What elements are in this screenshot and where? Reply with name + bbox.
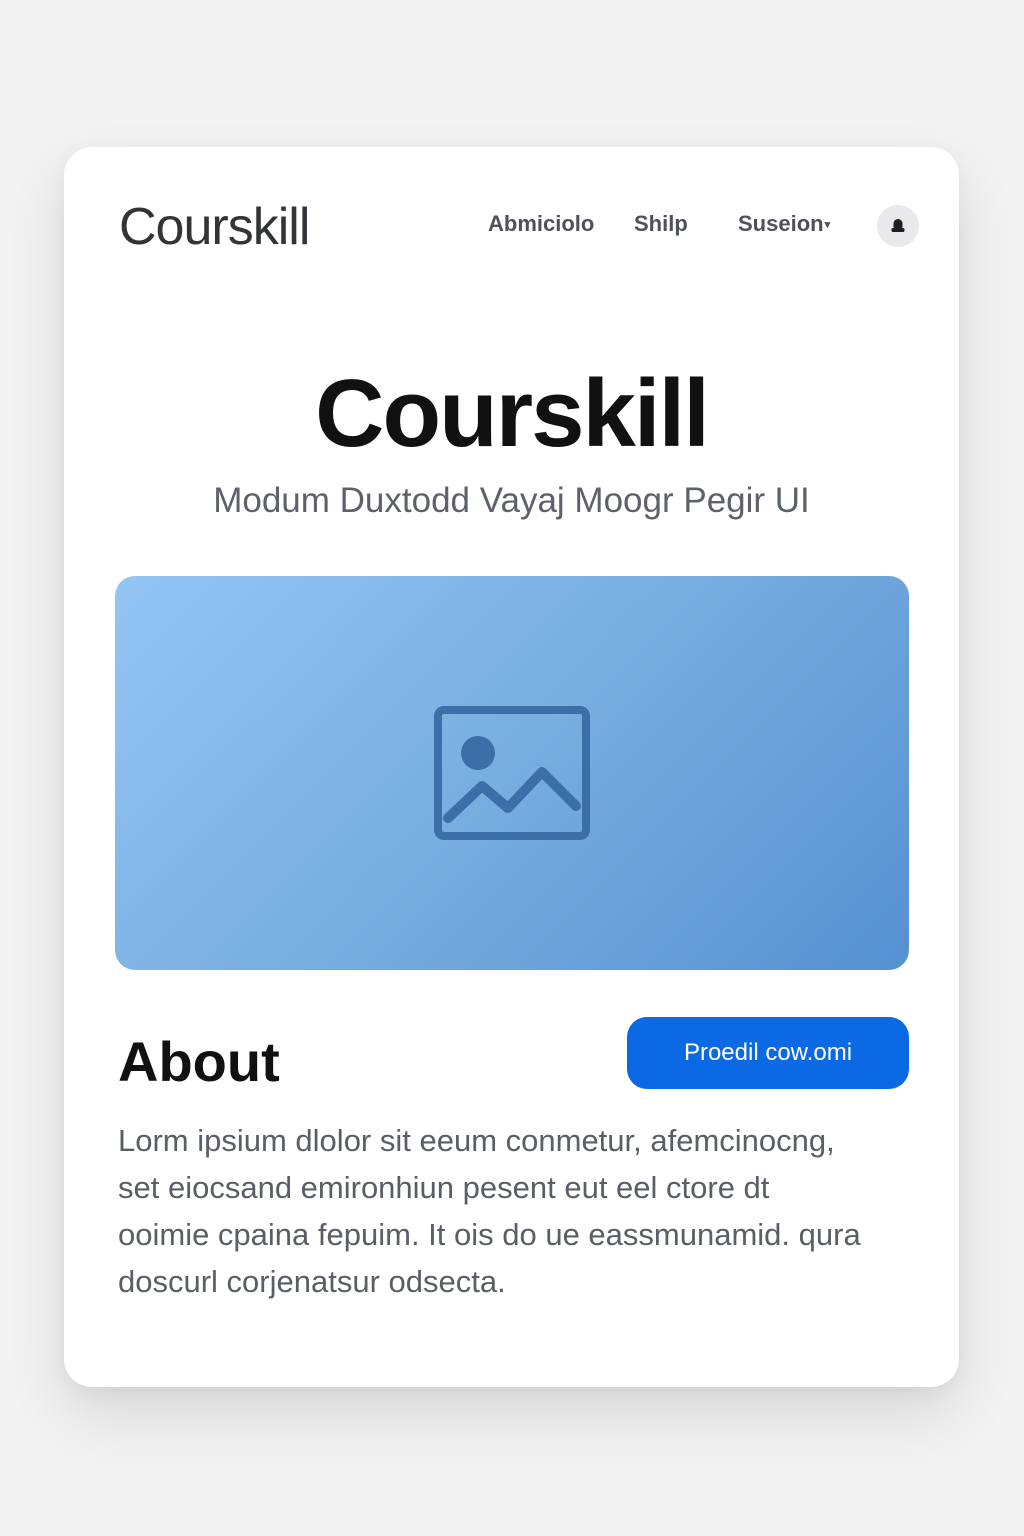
hero-subtitle: Modum Duxtodd Vayaj Moogr Pegir UI (213, 481, 810, 520)
image-placeholder (115, 576, 909, 970)
paragraph-line: Lorm ipsium dlolor sit eeum conmetur, af… (118, 1123, 835, 1158)
paragraph-line: doscurl corjenatsur odsecta. (118, 1264, 506, 1299)
about-heading: About (118, 1030, 280, 1093)
nav-item-label: Abmiciolo (488, 211, 595, 236)
about-paragraph: Lorm ipsium dlolor sit eeum conmetur, af… (118, 1117, 918, 1305)
paragraph-line: ooimie cpaina fepuim. It ois do ue eassm… (118, 1217, 861, 1252)
avatar-button[interactable] (877, 205, 919, 247)
hero-title: Courskill (315, 360, 710, 467)
nav-item-label: Shilp (634, 211, 688, 236)
logo[interactable]: Courskill (119, 197, 310, 257)
user-icon (891, 219, 905, 232)
nav-item-2[interactable]: Shilp (634, 211, 688, 237)
image-icon (434, 706, 590, 840)
nav-item-3-dropdown[interactable]: Suseion▾ (738, 211, 830, 237)
chevron-down-icon: ▾ (824, 219, 831, 231)
nav-item-label: Suseion (738, 211, 824, 236)
main-card: Courskill Abmiciolo Shilp Suseion▾ Cours… (64, 147, 959, 1387)
cta-button[interactable]: Proedil cow.omi (627, 1017, 909, 1089)
paragraph-line: set eiocsand emironhiun pesent eut eel c… (118, 1170, 770, 1205)
nav-item-1[interactable]: Abmiciolo (488, 211, 594, 237)
